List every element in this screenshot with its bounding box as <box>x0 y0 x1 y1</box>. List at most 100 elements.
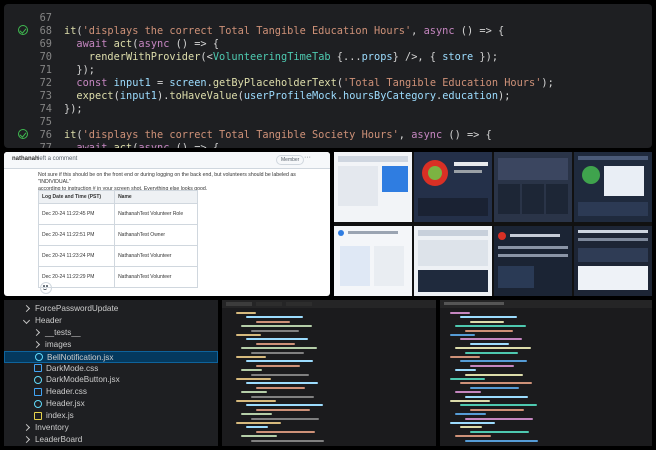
explorer-item[interactable]: images <box>4 339 218 351</box>
code-line-placeholder <box>251 329 299 332</box>
test-passed-icon[interactable] <box>18 25 28 35</box>
explorer-item-label: Header.jsx <box>46 399 85 409</box>
css-file-icon <box>34 388 42 397</box>
member-badge: Member <box>276 155 305 165</box>
code-line-placeholder <box>450 312 470 314</box>
comment-header: nathanah left a comment Member ··· <box>4 152 330 169</box>
thumbnail-screenshot[interactable] <box>334 152 412 222</box>
explorer-item[interactable]: Inventory <box>4 422 218 434</box>
smiley-icon[interactable] <box>40 282 52 294</box>
explorer-item[interactable]: LeaderBoard <box>4 434 218 446</box>
code-line-placeholder <box>256 320 290 323</box>
thumbnail-screenshot[interactable] <box>574 152 652 222</box>
code-line-placeholder <box>470 364 514 367</box>
react-file-icon <box>34 376 42 385</box>
editor-tab-bar <box>222 300 436 308</box>
log-table: Log Date and Time (PST) Name Dec 20-24 11… <box>37 190 198 288</box>
table-cell: NathanahTest Volunteer Role <box>114 203 198 225</box>
file-explorer: ForcePasswordUpdate Header __tests__images… <box>4 300 218 446</box>
code-line-placeholder <box>251 439 324 442</box>
code-line-placeholder <box>241 413 272 416</box>
code-line-placeholder <box>241 325 312 328</box>
code-line-placeholder <box>455 413 486 416</box>
code-line-placeholder <box>256 364 300 367</box>
explorer-item[interactable]: Header.css <box>4 386 218 398</box>
code-line-placeholder <box>450 422 495 424</box>
code-line-placeholder <box>251 373 309 376</box>
explorer-item[interactable]: DarkModeButton.jsx <box>4 374 218 386</box>
code-text: await act(async () => { <box>76 142 220 148</box>
code-line-placeholder <box>460 338 522 341</box>
code-line-placeholder <box>455 369 476 372</box>
thumbnail-screenshot[interactable] <box>414 226 492 296</box>
explorer-item[interactable]: index.js <box>4 410 218 422</box>
code-line-placeholder <box>455 435 491 438</box>
code-line-placeholder <box>460 382 532 385</box>
react-file-icon <box>34 400 42 409</box>
code-line-placeholder <box>246 426 268 429</box>
code-line-placeholder <box>251 395 314 398</box>
comment-action: left a comment <box>38 156 78 162</box>
code-line-placeholder <box>450 356 480 358</box>
code-line-placeholder <box>470 408 524 411</box>
code-line-placeholder <box>465 351 518 354</box>
thumbnail-screenshot[interactable] <box>574 226 652 296</box>
chevron-down-icon <box>22 317 31 325</box>
thumbnail-screenshot[interactable] <box>494 152 572 222</box>
explorer-item-label: DarkMode.css <box>46 363 99 373</box>
code-line-placeholder <box>470 342 509 345</box>
jsx-editor-thumbnail <box>440 300 652 446</box>
code-line-placeholder <box>246 338 308 341</box>
table-cell: NathanahTest Owner <box>114 224 198 246</box>
js-file-icon <box>34 411 42 420</box>
code-line-placeholder <box>450 334 475 336</box>
explorer-item-label: Header <box>35 315 62 325</box>
code-line-placeholder <box>256 342 295 345</box>
css-file-icon <box>34 364 42 373</box>
explorer-item[interactable]: __tests__ <box>4 327 218 339</box>
explorer-item-label: __tests__ <box>45 327 81 337</box>
explorer-item[interactable]: ForcePasswordUpdate <box>4 303 218 315</box>
code-line-placeholder <box>236 356 266 358</box>
code-line-placeholder <box>455 325 526 328</box>
line-number: 77 <box>39 142 52 148</box>
comment-text-line-1: Not sure if this should be on the front … <box>38 172 296 185</box>
code-line-placeholder <box>460 316 517 319</box>
code-line[interactable]: 77 await act(async () => { <box>4 140 652 148</box>
code-line-placeholder <box>455 347 531 350</box>
code-line-placeholder <box>236 334 261 336</box>
explorer-item-label: Header.css <box>46 387 87 397</box>
code-line-placeholder <box>465 373 523 376</box>
thumbnail-screenshot[interactable] <box>494 226 572 296</box>
table-row: Dec 20-24 11:23:24 PM NathanahTest Volunt… <box>37 245 198 267</box>
explorer-item-label: ForcePasswordUpdate <box>35 304 119 313</box>
explorer-item[interactable]: BellNotification.jsx <box>4 350 218 363</box>
table-cell: Dec 20-24 11:22:51 PM <box>37 224 116 246</box>
code-line-placeholder <box>256 408 310 411</box>
test-code-editor[interactable]: 67 68 it('displays the correct Total Tangi… <box>4 4 652 148</box>
table-cell: NathanahTest Volunteer <box>114 266 198 288</box>
code-line-placeholder <box>470 430 529 433</box>
explorer-item[interactable]: Header.jsx <box>4 398 218 410</box>
comment-menu-button[interactable]: ··· <box>304 154 311 161</box>
table-cell: NathanahTest Volunteer <box>114 245 198 267</box>
screenshot-thumbnail-grid <box>334 152 652 296</box>
code-line-placeholder <box>241 347 317 350</box>
code-line-placeholder <box>236 400 276 402</box>
code-line-placeholder <box>450 400 490 402</box>
code-line-placeholder <box>236 378 271 380</box>
code-line-placeholder <box>465 395 528 398</box>
code-line-placeholder <box>470 320 504 323</box>
chevron-right-icon <box>22 436 31 444</box>
thumbnail-screenshot[interactable] <box>414 152 492 222</box>
test-passed-icon[interactable] <box>18 129 28 139</box>
explorer-item[interactable]: Header <box>4 315 218 327</box>
table-header: Log Date and Time (PST) <box>37 190 116 204</box>
thumbnail-screenshot[interactable] <box>334 226 412 296</box>
table-header: Name <box>114 190 198 204</box>
react-file-icon <box>35 353 43 362</box>
comment-author[interactable]: nathanah <box>12 156 39 162</box>
chevron-right-icon <box>32 329 41 337</box>
explorer-item[interactable]: DarkMode.css <box>4 363 218 375</box>
chevron-right-icon <box>32 340 41 349</box>
